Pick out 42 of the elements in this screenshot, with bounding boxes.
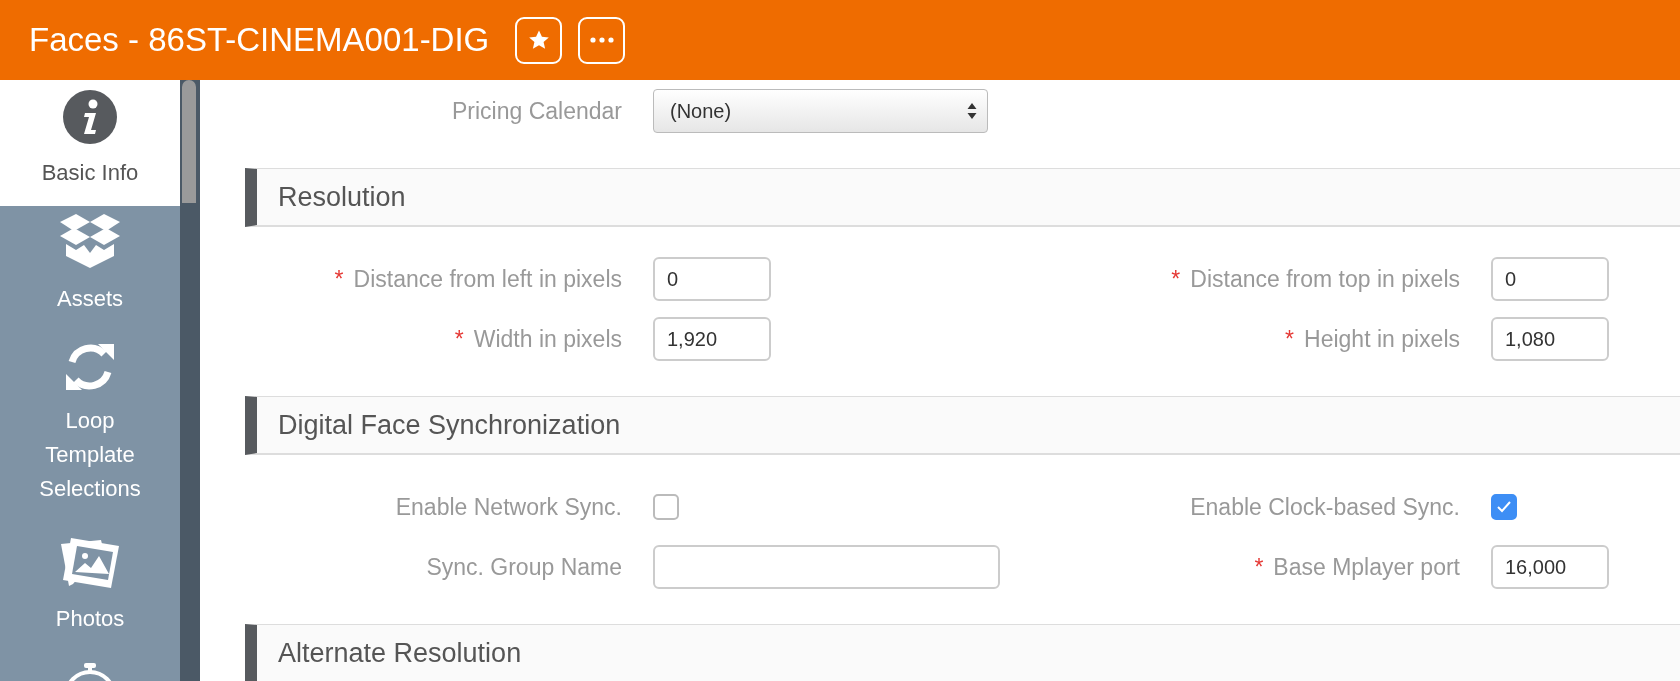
- field-label: Base Mplayer port: [1273, 553, 1460, 580]
- field-label: Enable Clock-based Sync.: [1190, 493, 1460, 520]
- field-label: Distance from top in pixels: [1190, 265, 1460, 292]
- field-label: Distance from left in pixels: [353, 265, 622, 292]
- sidebar-label: Photos: [54, 605, 126, 633]
- field-label: Pricing Calendar: [451, 97, 622, 124]
- sidebar-item[interactable]: Basic Info: [0, 80, 180, 206]
- page-title: Faces - 86ST-CINEMA001-DIG: [29, 21, 490, 59]
- more-icon: [589, 37, 614, 43]
- section-title: Alternate Resolution: [278, 637, 522, 669]
- required-mark: *: [1171, 265, 1181, 292]
- star-icon: [527, 29, 550, 51]
- field-label: Height in pixels: [1304, 325, 1460, 352]
- field-label: Width in pixels: [473, 325, 622, 352]
- more-button[interactable]: [578, 16, 626, 64]
- scrollbar-thumb[interactable]: [182, 80, 196, 203]
- required-mark: *: [454, 325, 464, 352]
- required-mark: *: [1285, 325, 1295, 352]
- sidebar-label: Basic Info: [40, 159, 140, 187]
- checkbox[interactable]: [1491, 494, 1517, 520]
- field-label: Sync. Group Name: [426, 553, 622, 580]
- sidebar-label: Assets: [56, 285, 124, 313]
- input-field[interactable]: 1,920: [653, 317, 771, 361]
- pricing-calendar-select[interactable]: (None): [653, 89, 988, 133]
- input-field[interactable]: 0: [1491, 257, 1609, 301]
- input-field[interactable]: 16,000: [1491, 545, 1609, 589]
- input-field[interactable]: [653, 545, 1000, 589]
- input-field[interactable]: 0: [653, 257, 771, 301]
- updown-icon: [967, 102, 977, 120]
- required-mark: *: [334, 265, 344, 292]
- required-mark: *: [1254, 553, 1264, 580]
- section-title: Resolution: [278, 181, 406, 213]
- sync-icon: [64, 342, 116, 392]
- info-icon: [63, 90, 117, 144]
- check-icon: [1496, 500, 1512, 514]
- favorite-button[interactable]: [515, 16, 563, 64]
- field-label: Enable Network Sync.: [395, 493, 622, 520]
- open-box-icon: [58, 212, 122, 270]
- sidebar-label: Loop Template Selections: [38, 407, 142, 503]
- input-field[interactable]: 1,080: [1491, 317, 1609, 361]
- section-title: Digital Face Synchronization: [278, 409, 621, 441]
- checkbox[interactable]: [653, 494, 679, 520]
